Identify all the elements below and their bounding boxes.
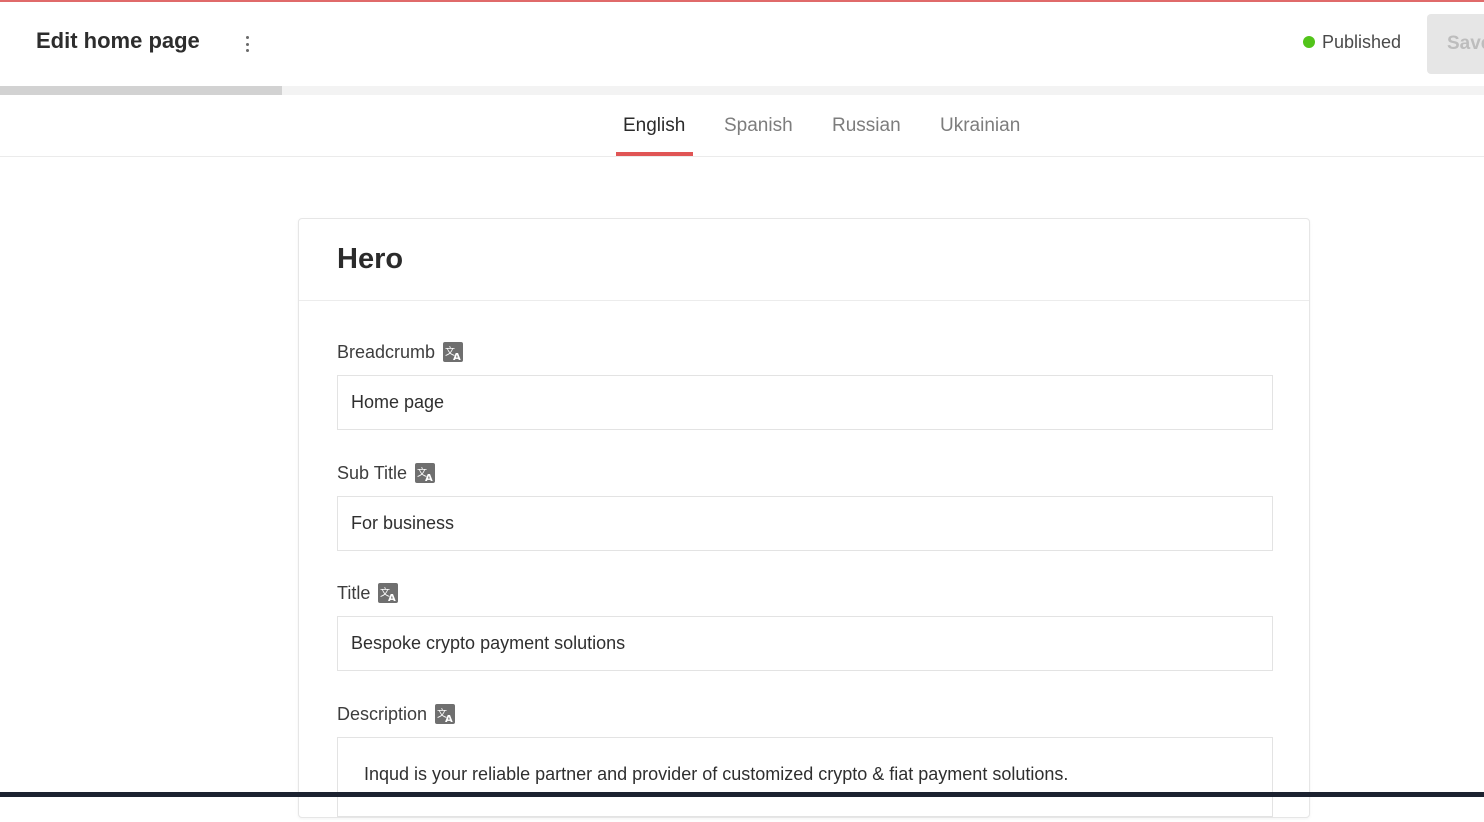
- title-field: Title 文A: [337, 582, 1273, 671]
- description-label-row: Description 文A: [337, 703, 1273, 725]
- save-button[interactable]: Save: [1427, 14, 1484, 74]
- breadcrumb-label: Breadcrumb: [337, 341, 436, 362]
- tab-russian[interactable]: Russian: [825, 95, 909, 156]
- breadcrumb-field: Breadcrumb 文A: [337, 341, 1273, 430]
- language-tabs: English Spanish Russian Ukrainian: [0, 95, 1484, 157]
- svg-text:A: A: [445, 714, 453, 724]
- sub-title-label: Sub Title: [337, 462, 408, 483]
- sub-title-field: Sub Title 文A: [337, 462, 1273, 551]
- progress-bar: [0, 86, 1484, 95]
- svg-text:A: A: [425, 473, 433, 483]
- svg-text:A: A: [388, 593, 396, 603]
- sub-title-label-row: Sub Title 文A: [337, 462, 1273, 484]
- description-field: Description 文A Inqud is your reliable pa…: [337, 703, 1273, 822]
- tab-ukrainian[interactable]: Ukrainian: [933, 95, 1029, 156]
- page-title: Edit home page: [36, 28, 200, 53]
- card-title: Hero: [337, 243, 404, 275]
- translate-icon: 文A: [435, 704, 456, 724]
- status-label: Published: [1322, 31, 1402, 52]
- title-label: Title: [337, 582, 371, 603]
- card-header: Hero: [299, 219, 1309, 301]
- title-input[interactable]: [337, 616, 1273, 671]
- translate-icon: 文A: [415, 463, 436, 483]
- header: Edit home page Published Save: [0, 2, 1484, 86]
- svg-text:A: A: [453, 352, 461, 362]
- description-label: Description: [337, 703, 428, 724]
- bottom-edge: [0, 792, 1484, 797]
- title-label-row: Title 文A: [337, 582, 1273, 604]
- tab-english[interactable]: English: [616, 95, 693, 156]
- progress-fill: [0, 86, 282, 95]
- translate-icon: 文A: [378, 583, 399, 603]
- breadcrumb-label-row: Breadcrumb 文A: [337, 341, 1273, 363]
- status-indicator: Published: [1303, 32, 1401, 52]
- translate-icon: 文A: [443, 342, 464, 362]
- breadcrumb-input[interactable]: [337, 375, 1273, 430]
- tab-spanish[interactable]: Spanish: [717, 95, 802, 156]
- more-options-icon[interactable]: [240, 32, 254, 56]
- description-textarea[interactable]: Inqud is your reliable partner and provi…: [337, 737, 1273, 817]
- sub-title-input[interactable]: [337, 496, 1273, 551]
- hero-section-card: Hero Breadcrumb 文A Sub Title 文A Title 文A: [298, 218, 1310, 818]
- status-dot-icon: [1303, 36, 1315, 48]
